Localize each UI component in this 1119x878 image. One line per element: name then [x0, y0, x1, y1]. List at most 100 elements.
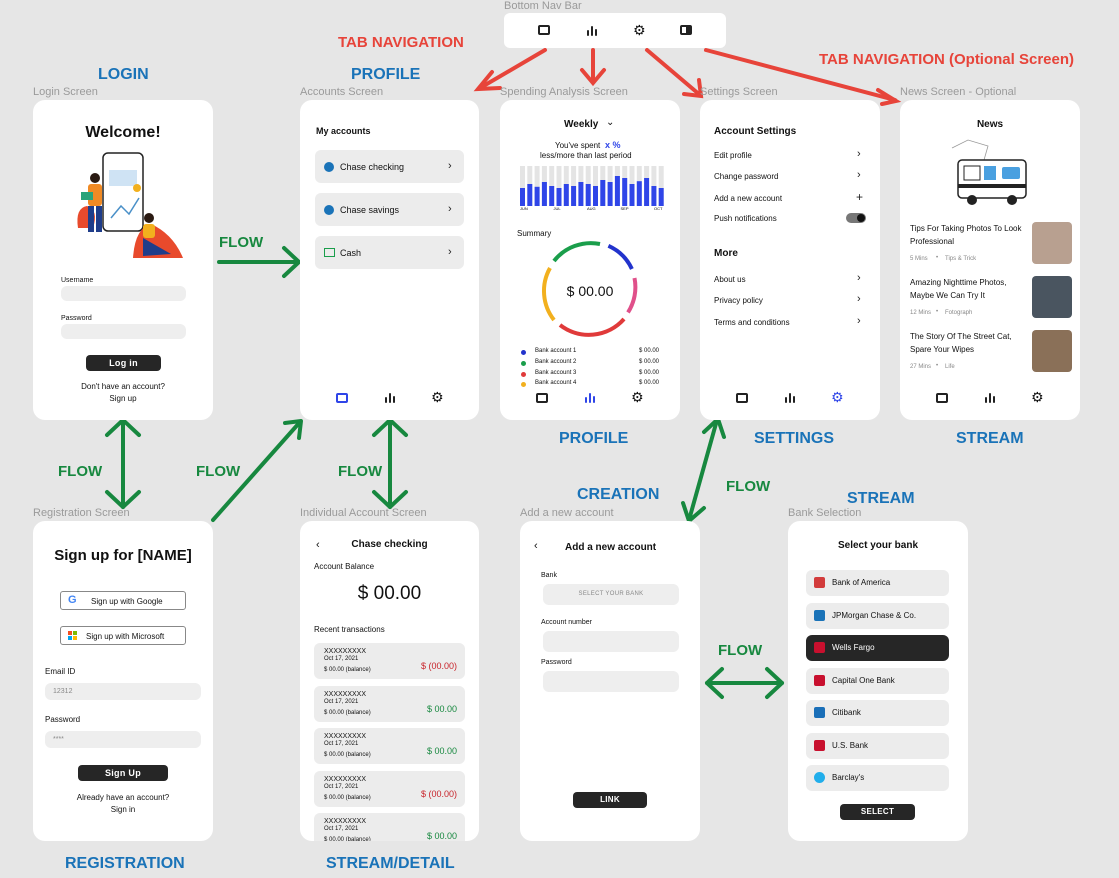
email-input[interactable]: 12312 — [45, 683, 201, 700]
news-item-title: Amazing Nighttime Photos, Maybe We Can T… — [910, 278, 1007, 300]
bank-option-label: Barclay's — [832, 773, 865, 782]
bank-select[interactable]: SELECT YOUR BANK — [543, 584, 679, 605]
legend-amount: $ 00.00 — [639, 380, 660, 387]
bar — [534, 186, 540, 206]
chart-icon[interactable] — [784, 392, 796, 403]
settings-title: Account Settings — [714, 126, 797, 137]
bottom-nav-bar: ⚙ — [504, 13, 726, 48]
bank-option[interactable]: Capital One Bank — [806, 667, 949, 694]
spent-suffix: less/more than last period — [540, 151, 632, 160]
bank-selection-caption: Bank Selection — [788, 507, 862, 519]
news-item[interactable]: The Story Of The Street Cat, Spare Your … — [910, 330, 1074, 372]
back-chevron-icon[interactable]: ‹ — [534, 540, 538, 552]
signup-button[interactable]: Sign Up — [78, 765, 168, 781]
legend-amount: $ 00.00 — [639, 358, 660, 365]
setting-edit-profile[interactable]: Edit profile — [714, 151, 752, 160]
period-select[interactable]: Weekly — [564, 119, 598, 130]
gear-icon[interactable]: ⚙ — [633, 22, 646, 39]
bank-option[interactable]: U.S. Bank — [806, 732, 949, 759]
bar — [629, 184, 635, 206]
wallet-icon[interactable] — [536, 393, 548, 403]
microsoft-signup-button[interactable]: Sign up with Microsoft — [60, 626, 186, 645]
bank-option[interactable]: JPMorgan Chase & Co. — [806, 602, 949, 629]
transaction-row[interactable]: XXXXXXXXX Oct 17, 2021 $ 00.00 (balance) $ … — [314, 770, 465, 807]
bank-logo-icon — [814, 707, 825, 718]
setting-terms[interactable]: Terms and conditions — [714, 318, 790, 327]
setting-change-password[interactable]: Change password — [714, 172, 778, 181]
news-item[interactable]: Tips For Taking Photos To Look Professio… — [910, 222, 1074, 264]
settings-screen: Account Settings Edit profile › Change p… — [700, 100, 880, 420]
news-item-title: Tips For Taking Photos To Look Professio… — [910, 224, 1022, 246]
setting-privacy[interactable]: Privacy policy — [714, 296, 763, 305]
password-input[interactable]: **** — [45, 731, 201, 748]
bar — [578, 182, 584, 206]
legend-amount: $ 00.00 — [639, 369, 660, 376]
bar — [636, 181, 642, 206]
news-thumbnail — [1032, 330, 1072, 372]
chart-icon[interactable] — [984, 392, 996, 403]
chevron-right-icon[interactable]: › — [857, 148, 861, 160]
username-input[interactable] — [61, 286, 186, 301]
select-button[interactable]: SELECT — [840, 804, 915, 820]
wallet-icon[interactable] — [538, 25, 550, 35]
dot-separator: • — [936, 363, 939, 369]
legend-name: Bank account 3 — [535, 369, 577, 376]
news-item-tag: Fotograph — [945, 310, 973, 316]
signin-link[interactable]: Sign in — [33, 805, 213, 814]
bar — [622, 178, 628, 206]
account-item-label: Chase savings — [340, 205, 400, 215]
push-toggle[interactable] — [846, 213, 866, 223]
chevron-right-icon[interactable]: › — [857, 293, 861, 305]
transaction-row[interactable]: XXXXXXXXX Oct 17, 2021 $ 00.00 (balance) $ … — [314, 643, 465, 679]
chevron-right-icon[interactable]: › — [857, 169, 861, 181]
transaction-row[interactable]: XXXXXXXXX Oct 17, 2021 $ 00.00 (balance) $ … — [314, 728, 465, 764]
setting-about[interactable]: About us — [714, 275, 746, 284]
bank-option[interactable]: Citibank — [806, 700, 949, 726]
plus-icon[interactable]: + — [856, 190, 863, 204]
gear-icon[interactable]: ⚙ — [431, 389, 444, 406]
password-input[interactable] — [61, 324, 186, 339]
setting-add-account[interactable]: Add a new account — [714, 194, 782, 203]
chevron-right-icon[interactable]: › — [857, 315, 861, 327]
chart-icon[interactable] — [586, 25, 598, 36]
gear-icon[interactable]: ⚙ — [1031, 389, 1044, 406]
month-tick: AUG — [587, 206, 596, 210]
link-button[interactable]: LINK — [573, 792, 647, 808]
microsoft-icon — [68, 631, 78, 641]
wallet-icon[interactable] — [336, 393, 348, 403]
google-signup-button[interactable]: G Sign up with Google — [60, 591, 186, 610]
signup-link[interactable]: Sign up — [33, 394, 213, 403]
bank-option[interactable]: Bank of America — [806, 570, 949, 596]
account-number-input[interactable] — [543, 631, 679, 652]
settings-caption: Settings Screen — [700, 86, 778, 98]
transaction-row[interactable]: XXXXXXXXX Oct 17, 2021 $ 00.00 (balance) $ … — [314, 813, 465, 841]
bar — [556, 188, 562, 206]
add-account-screen: ‹ Add a new account Bank SELECT YOUR BAN… — [520, 521, 700, 841]
flow-label: FLOW — [219, 234, 264, 251]
registration-caption: Registration Screen — [33, 507, 130, 519]
month-tick: JUN — [520, 206, 528, 210]
month-tick: SEP — [621, 206, 629, 210]
news-item-meta: 12 Mins — [910, 310, 932, 316]
account-item-cash[interactable]: Cash › — [315, 236, 464, 269]
chart-icon[interactable] — [384, 392, 396, 403]
chevron-right-icon[interactable]: › — [857, 272, 861, 284]
account-item-savings[interactable]: Chase savings › — [315, 193, 464, 226]
wallet-icon[interactable] — [736, 393, 748, 403]
transaction-row[interactable]: XXXXXXXXX Oct 17, 2021 $ 00.00 (balance) $ … — [314, 685, 465, 722]
wallet-icon[interactable] — [936, 393, 948, 403]
chevron-down-icon[interactable]: ⌄ — [606, 117, 614, 128]
login-button[interactable]: Log in — [86, 355, 161, 371]
bank-option[interactable]: Wells Fargo — [806, 635, 949, 661]
gear-icon[interactable]: ⚙ — [631, 389, 644, 406]
news-item[interactable]: Amazing Nighttime Photos, Maybe We Can T… — [910, 276, 1074, 318]
transaction-date: Oct 17, 2021 — [324, 656, 359, 662]
dot-separator: • — [936, 255, 939, 261]
account-item-checking[interactable]: Chase checking › — [315, 150, 464, 183]
bank-option[interactable]: Barclay's — [806, 765, 949, 791]
chart-icon[interactable] — [584, 392, 596, 403]
gear-icon[interactable]: ⚙ — [831, 389, 844, 406]
transaction-balance: $ 00.00 (balance) — [324, 752, 371, 758]
password-input[interactable] — [543, 671, 679, 692]
news-icon[interactable] — [680, 25, 692, 35]
